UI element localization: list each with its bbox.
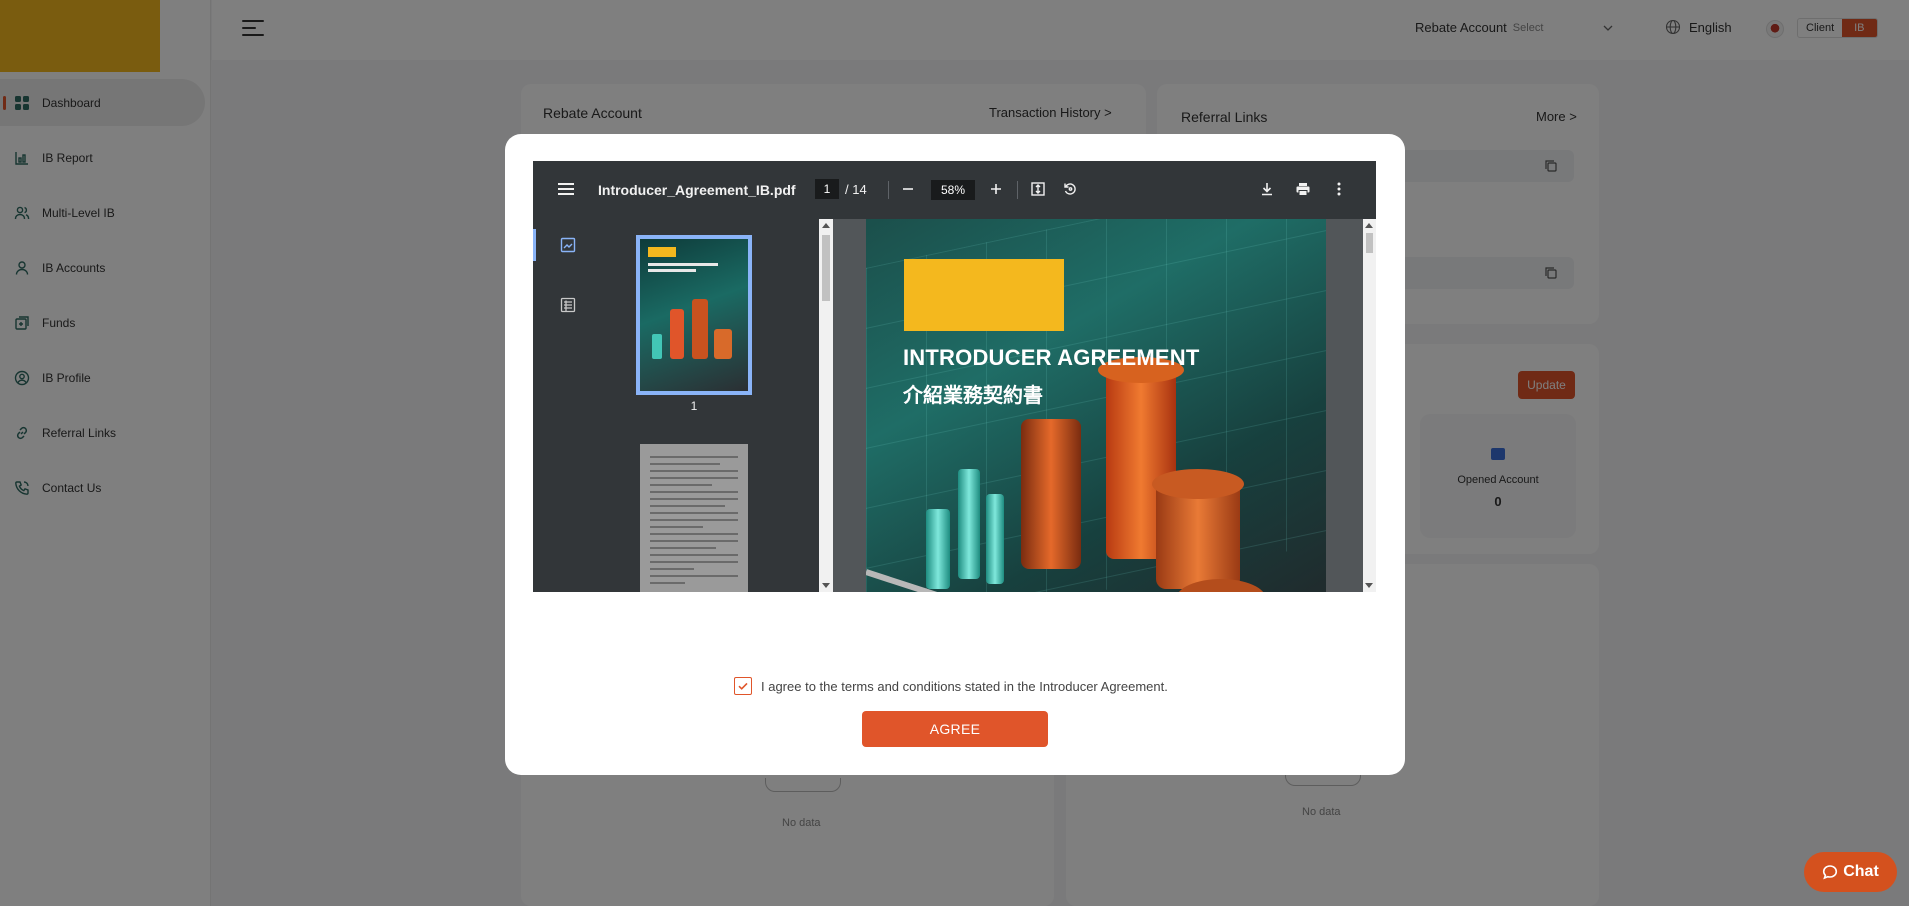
toolbar-divider [1017,181,1018,199]
cover-title: INTRODUCER AGREEMENT [903,345,1200,370]
chat-bubble-icon [1823,865,1838,880]
agreement-modal: Introducer_Agreement_IB.pdf 1 / 14 58% 1… [505,134,1405,775]
cover-bar [1021,419,1081,569]
cover-bar [958,469,980,579]
pdf-filename: Introducer_Agreement_IB.pdf [598,182,796,198]
thumbnail-image [640,444,748,592]
fit-page-icon[interactable] [1027,178,1049,200]
zoom-in-icon[interactable] [985,178,1007,200]
chat-label: Chat [1843,863,1879,880]
scroll-down-icon[interactable] [1365,583,1373,588]
thumbnail-page-number: 1 [690,399,698,413]
cover-bar [926,509,950,589]
more-options-icon[interactable] [1328,178,1350,200]
scroll-up-icon[interactable] [1365,223,1373,228]
thumbnail-scrollbar[interactable] [819,219,833,592]
agree-text: I agree to the terms and conditions stat… [761,678,1168,694]
pdf-page-indicator: 1 / 14 [815,179,867,199]
pdf-viewer: Introducer_Agreement_IB.pdf 1 / 14 58% 1… [533,161,1376,592]
download-icon[interactable] [1256,178,1278,200]
rotate-icon[interactable] [1059,178,1081,200]
scroll-up-icon[interactable] [822,223,830,228]
zoom-out-icon[interactable] [897,178,919,200]
cover-bar [986,494,1004,584]
print-icon[interactable] [1292,178,1314,200]
page-scrollbar[interactable] [1363,219,1376,592]
pdf-menu-icon[interactable] [558,183,574,195]
thumbnails-view-icon[interactable] [559,236,577,254]
pdf-page-view[interactable]: INTRODUCER AGREEMENT 介紹業務契約書 [866,219,1326,592]
pdf-zoom-input[interactable]: 58% [931,180,975,200]
cover-subtitle: 介紹業務契約書 [903,385,1043,407]
outline-view-icon[interactable] [559,296,577,314]
active-rail-indicator [533,229,536,261]
cover-logo [904,259,1064,331]
agree-checkbox-row[interactable]: I agree to the terms and conditions stat… [734,677,1168,695]
coin-icon [1152,469,1244,499]
pdf-page-input[interactable]: 1 [815,179,839,199]
pdf-total-pages: / 14 [845,181,867,197]
checkmark-icon [738,682,748,690]
pdf-toolbar: Introducer_Agreement_IB.pdf 1 / 14 58% [533,161,1376,219]
pdf-thumbnail-page-1[interactable]: 1 [636,235,752,413]
agree-checkbox[interactable] [734,677,752,695]
pdf-thumbnail-page-2[interactable]: 2 [640,444,748,592]
toolbar-divider [888,181,889,199]
pdf-thumbnail-panel: 1 2 [533,219,833,592]
chat-button[interactable]: Chat [1804,852,1897,892]
agree-button[interactable]: AGREE [862,711,1048,747]
scroll-down-icon[interactable] [822,583,830,588]
thumbnail-image [636,235,752,395]
